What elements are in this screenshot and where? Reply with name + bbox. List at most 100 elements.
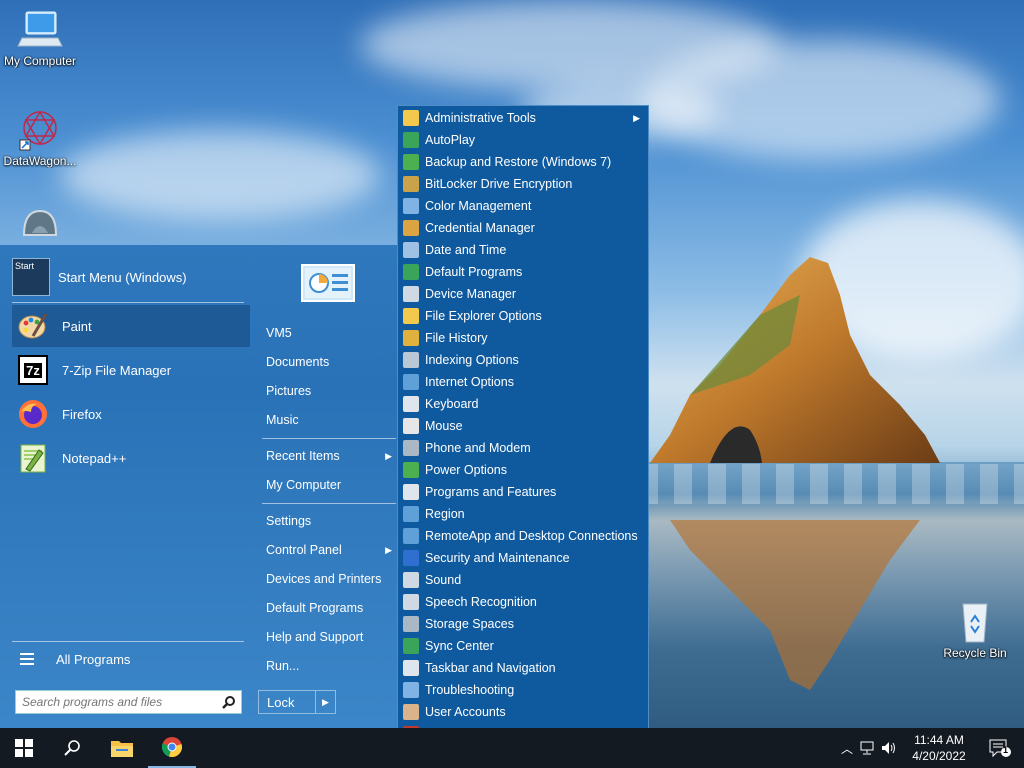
control-panel-item-administrative-tools[interactable]: Administrative Tools ▶ — [400, 107, 646, 129]
indexing-options-icon — [403, 352, 419, 368]
power-options-icon — [403, 462, 419, 478]
desktop-icon-label: Recycle Bin — [943, 646, 1007, 660]
chrome-icon[interactable] — [148, 728, 196, 768]
control-panel-item-keyboard[interactable]: Keyboard — [400, 393, 646, 415]
control-panel-item-sound[interactable]: Sound — [400, 569, 646, 591]
search-icon[interactable] — [217, 691, 241, 713]
program-label: Firefox — [62, 406, 102, 422]
desktop-icon-label: DataWagon... — [3, 154, 77, 168]
desktop-icon-recycle-bin[interactable]: Recycle Bin — [935, 600, 1015, 660]
chevron-right-icon[interactable]: ▶ — [315, 691, 335, 713]
control-panel-item-internet-options[interactable]: Internet Options — [400, 371, 646, 393]
control-panel-item-date-and-time[interactable]: Date and Time — [400, 239, 646, 261]
control-panel-item-autoplay[interactable]: AutoPlay — [400, 129, 646, 151]
right-item-settings[interactable]: Settings — [266, 510, 394, 532]
troubleshooting-icon — [403, 682, 419, 698]
right-item-control-panel[interactable]: Control Panel ▶ — [266, 539, 394, 561]
desktop-icon-partial[interactable] — [0, 205, 80, 245]
control-panel-item-label: Region — [425, 507, 465, 521]
separator — [12, 302, 244, 303]
program-item-firefox[interactable]: Firefox — [12, 393, 250, 435]
right-item-help-support[interactable]: Help and Support — [266, 626, 394, 648]
right-item-vm5[interactable]: VM5 — [266, 322, 394, 344]
search-input[interactable] — [16, 695, 217, 709]
color-management-icon — [403, 198, 419, 214]
file-history-icon — [403, 330, 419, 346]
lock-label: Lock — [267, 694, 295, 710]
chevron-right-icon: ▶ — [385, 450, 392, 461]
right-item-recent-items[interactable]: Recent Items ▶ — [266, 445, 394, 467]
control-panel-item-label: Default Programs — [425, 265, 523, 279]
desktop-icon-datawagon[interactable]: DataWagon... — [0, 108, 80, 168]
control-panel-item-security-and-maintenance[interactable]: Security and Maintenance — [400, 547, 646, 569]
control-panel-item-region[interactable]: Region — [400, 503, 646, 525]
control-panel-item-label: Sync Center — [425, 639, 494, 653]
control-panel-item-power-options[interactable]: Power Options — [400, 459, 646, 481]
program-item-paint[interactable]: Paint — [12, 305, 250, 347]
control-panel-item-label: Storage Spaces — [425, 617, 514, 631]
control-panel-item-label: Color Management — [425, 199, 532, 213]
control-panel-item-backup-and-restore-windows-7[interactable]: Backup and Restore (Windows 7) — [400, 151, 646, 173]
desktop-icon-my-computer[interactable]: My Computer — [0, 8, 80, 68]
network-icon[interactable] — [856, 741, 878, 755]
internet-options-icon — [403, 374, 419, 390]
start-menu-left-pane: Start Start Menu (Windows) Paint 7z 7-Zi… — [0, 245, 254, 728]
control-panel-item-storage-spaces[interactable]: Storage Spaces — [400, 613, 646, 635]
control-panel-item-device-manager[interactable]: Device Manager — [400, 283, 646, 305]
control-panel-item-label: User Accounts — [425, 705, 506, 719]
right-item-run[interactable]: Run... — [266, 655, 394, 677]
right-item-music[interactable]: Music — [266, 409, 394, 431]
start-menu-logo-icon: Start — [12, 258, 50, 296]
file-explorer-icon[interactable] — [98, 728, 146, 768]
program-item-notepadpp[interactable]: Notepad++ — [12, 437, 250, 479]
search-box[interactable] — [15, 690, 242, 714]
control-panel-item-file-history[interactable]: File History — [400, 327, 646, 349]
keyboard-icon — [403, 396, 419, 412]
chevron-up-icon[interactable]: ︿ — [838, 740, 856, 757]
program-label: Notepad++ — [62, 450, 127, 466]
datawagon-icon — [16, 108, 64, 152]
mouse-icon — [403, 418, 419, 434]
control-panel-item-phone-and-modem[interactable]: Phone and Modem — [400, 437, 646, 459]
right-item-my-computer[interactable]: My Computer — [266, 474, 394, 496]
control-panel-item-credential-manager[interactable]: Credential Manager — [400, 217, 646, 239]
user-picture[interactable] — [301, 264, 355, 302]
clock[interactable]: 11:44 AM 4/20/2022 — [905, 732, 973, 764]
right-item-default-programs[interactable]: Default Programs — [266, 597, 394, 619]
control-panel-item-label: Troubleshooting — [425, 683, 515, 697]
notification-center-icon[interactable]: 1 — [976, 728, 1024, 768]
control-panel-item-color-management[interactable]: Color Management — [400, 195, 646, 217]
chevron-right-icon: ▶ — [385, 544, 392, 555]
right-item-devices-printers[interactable]: Devices and Printers — [266, 568, 394, 590]
program-item-7zip[interactable]: 7z 7-Zip File Manager — [12, 349, 250, 391]
hamburger-icon — [20, 650, 34, 668]
all-programs-button[interactable]: All Programs — [14, 647, 244, 671]
rock-reflection — [670, 520, 920, 690]
right-item-documents[interactable]: Documents — [266, 351, 394, 373]
windows-start-icon[interactable] — [0, 728, 48, 768]
control-panel-item-indexing-options[interactable]: Indexing Options — [400, 349, 646, 371]
control-panel-item-label: Date and Time — [425, 243, 507, 257]
control-panel-item-troubleshooting[interactable]: Troubleshooting — [400, 679, 646, 701]
control-panel-item-mouse[interactable]: Mouse — [400, 415, 646, 437]
control-panel-item-label: Sound — [425, 573, 462, 587]
control-panel-item-bitlocker-drive-encryption[interactable]: BitLocker Drive Encryption — [400, 173, 646, 195]
right-item-pictures[interactable]: Pictures — [266, 380, 394, 402]
paint-icon — [16, 309, 50, 343]
taskbar-and-navigation-icon — [403, 660, 419, 676]
lock-button[interactable]: Lock ▶ — [258, 690, 336, 714]
control-panel-item-file-explorer-options[interactable]: File Explorer Options — [400, 305, 646, 327]
notification-count: 1 — [1003, 745, 1009, 755]
search-icon[interactable] — [48, 728, 96, 768]
volume-icon[interactable] — [878, 741, 900, 755]
separator — [262, 503, 396, 504]
control-panel-item-user-accounts[interactable]: User Accounts — [400, 701, 646, 723]
control-panel-item-remoteapp-and-desktop-connections[interactable]: RemoteApp and Desktop Connections — [400, 525, 646, 547]
control-panel-item-sync-center[interactable]: Sync Center — [400, 635, 646, 657]
control-panel-item-taskbar-and-navigation[interactable]: Taskbar and Navigation — [400, 657, 646, 679]
control-panel-item-programs-and-features[interactable]: Programs and Features — [400, 481, 646, 503]
control-panel-item-speech-recognition[interactable]: Speech Recognition — [400, 591, 646, 613]
control-panel-item-default-programs[interactable]: Default Programs — [400, 261, 646, 283]
start-menu-header[interactable]: Start Start Menu (Windows) — [12, 257, 247, 297]
control-panel-item-label: Internet Options — [425, 375, 514, 389]
